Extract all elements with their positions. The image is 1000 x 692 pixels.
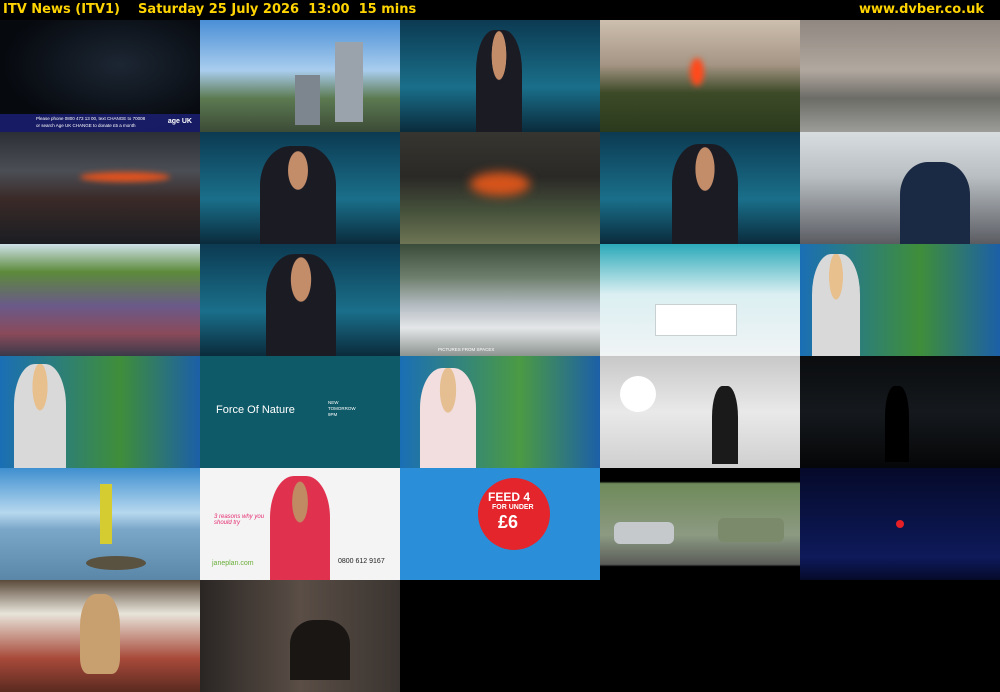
- promo-title: Force Of Nature: [216, 404, 295, 416]
- thumbnail-22[interactable]: 3 reasons why you should try janeplan.co…: [200, 468, 400, 580]
- thumbnail-18[interactable]: [400, 356, 600, 468]
- spacex-caption: PICTURES FROM SPACEX: [438, 347, 495, 352]
- site-link[interactable]: www.dvber.co.uk: [859, 0, 984, 20]
- charity-text-2: or search Age UK CHANGE to donate £5 a m…: [36, 123, 136, 128]
- ad-offer-2: FOR UNDER: [492, 504, 534, 511]
- ad-tagline: 3 reasons why you should try: [214, 514, 265, 526]
- ad-offer-1: FEED 4: [488, 490, 531, 504]
- thumbnail-07[interactable]: [200, 132, 400, 244]
- ad-phone: 0800 612 9167: [338, 558, 385, 565]
- thumbnail-23[interactable]: FEED 4 FOR UNDER £6: [400, 468, 600, 580]
- thumbnail-26[interactable]: [0, 580, 200, 692]
- thumbnail-16[interactable]: [0, 356, 200, 468]
- thumbnail-17[interactable]: Force Of Nature NEW TOMORROW 9PM: [200, 356, 400, 468]
- charity-brand: age UK: [167, 118, 192, 125]
- thumbnail-14[interactable]: [600, 244, 800, 356]
- thumbnail-10[interactable]: [800, 132, 1000, 244]
- thumbnail-24[interactable]: [600, 468, 800, 580]
- thumbnail-13[interactable]: PICTURES FROM SPACEX: [400, 244, 600, 356]
- thumbnail-06[interactable]: [0, 132, 200, 244]
- thumbnail-11[interactable]: [0, 244, 200, 356]
- thumbnail-09[interactable]: [600, 132, 800, 244]
- thumbnail-25[interactable]: [800, 468, 1000, 580]
- thumbnail-03[interactable]: [400, 20, 600, 132]
- programme-title: ITV News (ITV1) Saturday 25 July 2026 13…: [3, 2, 417, 17]
- thumbnail-grid: Please phone 0800 473 13 00, text CHANGE…: [0, 20, 1000, 692]
- charity-text-1: Please phone 0800 473 13 00, text CHANGE…: [36, 116, 146, 121]
- thumbnail-15[interactable]: [800, 244, 1000, 356]
- thumbnail-27[interactable]: [200, 580, 400, 692]
- thumbnail-12[interactable]: [200, 244, 400, 356]
- thumbnail-04[interactable]: [600, 20, 800, 132]
- thumbnail-19[interactable]: [600, 356, 800, 468]
- thumbnail-05[interactable]: [800, 20, 1000, 132]
- thumbnail-08[interactable]: [400, 132, 600, 244]
- ad-brand: janeplan.com: [212, 560, 254, 567]
- thumbnail-02[interactable]: [200, 20, 400, 132]
- thumbnail-21[interactable]: [0, 468, 200, 580]
- promo-sub-2: TOMORROW: [328, 406, 356, 411]
- thumbnail-01[interactable]: Please phone 0800 473 13 00, text CHANGE…: [0, 20, 200, 132]
- thumbnail-20[interactable]: [800, 356, 1000, 468]
- ad-offer-price: £6: [498, 512, 519, 532]
- promo-sub-3: 9PM: [328, 412, 338, 417]
- epg-header: ITV News (ITV1) Saturday 25 July 2026 13…: [0, 0, 1000, 20]
- promo-sub-1: NEW: [328, 400, 339, 405]
